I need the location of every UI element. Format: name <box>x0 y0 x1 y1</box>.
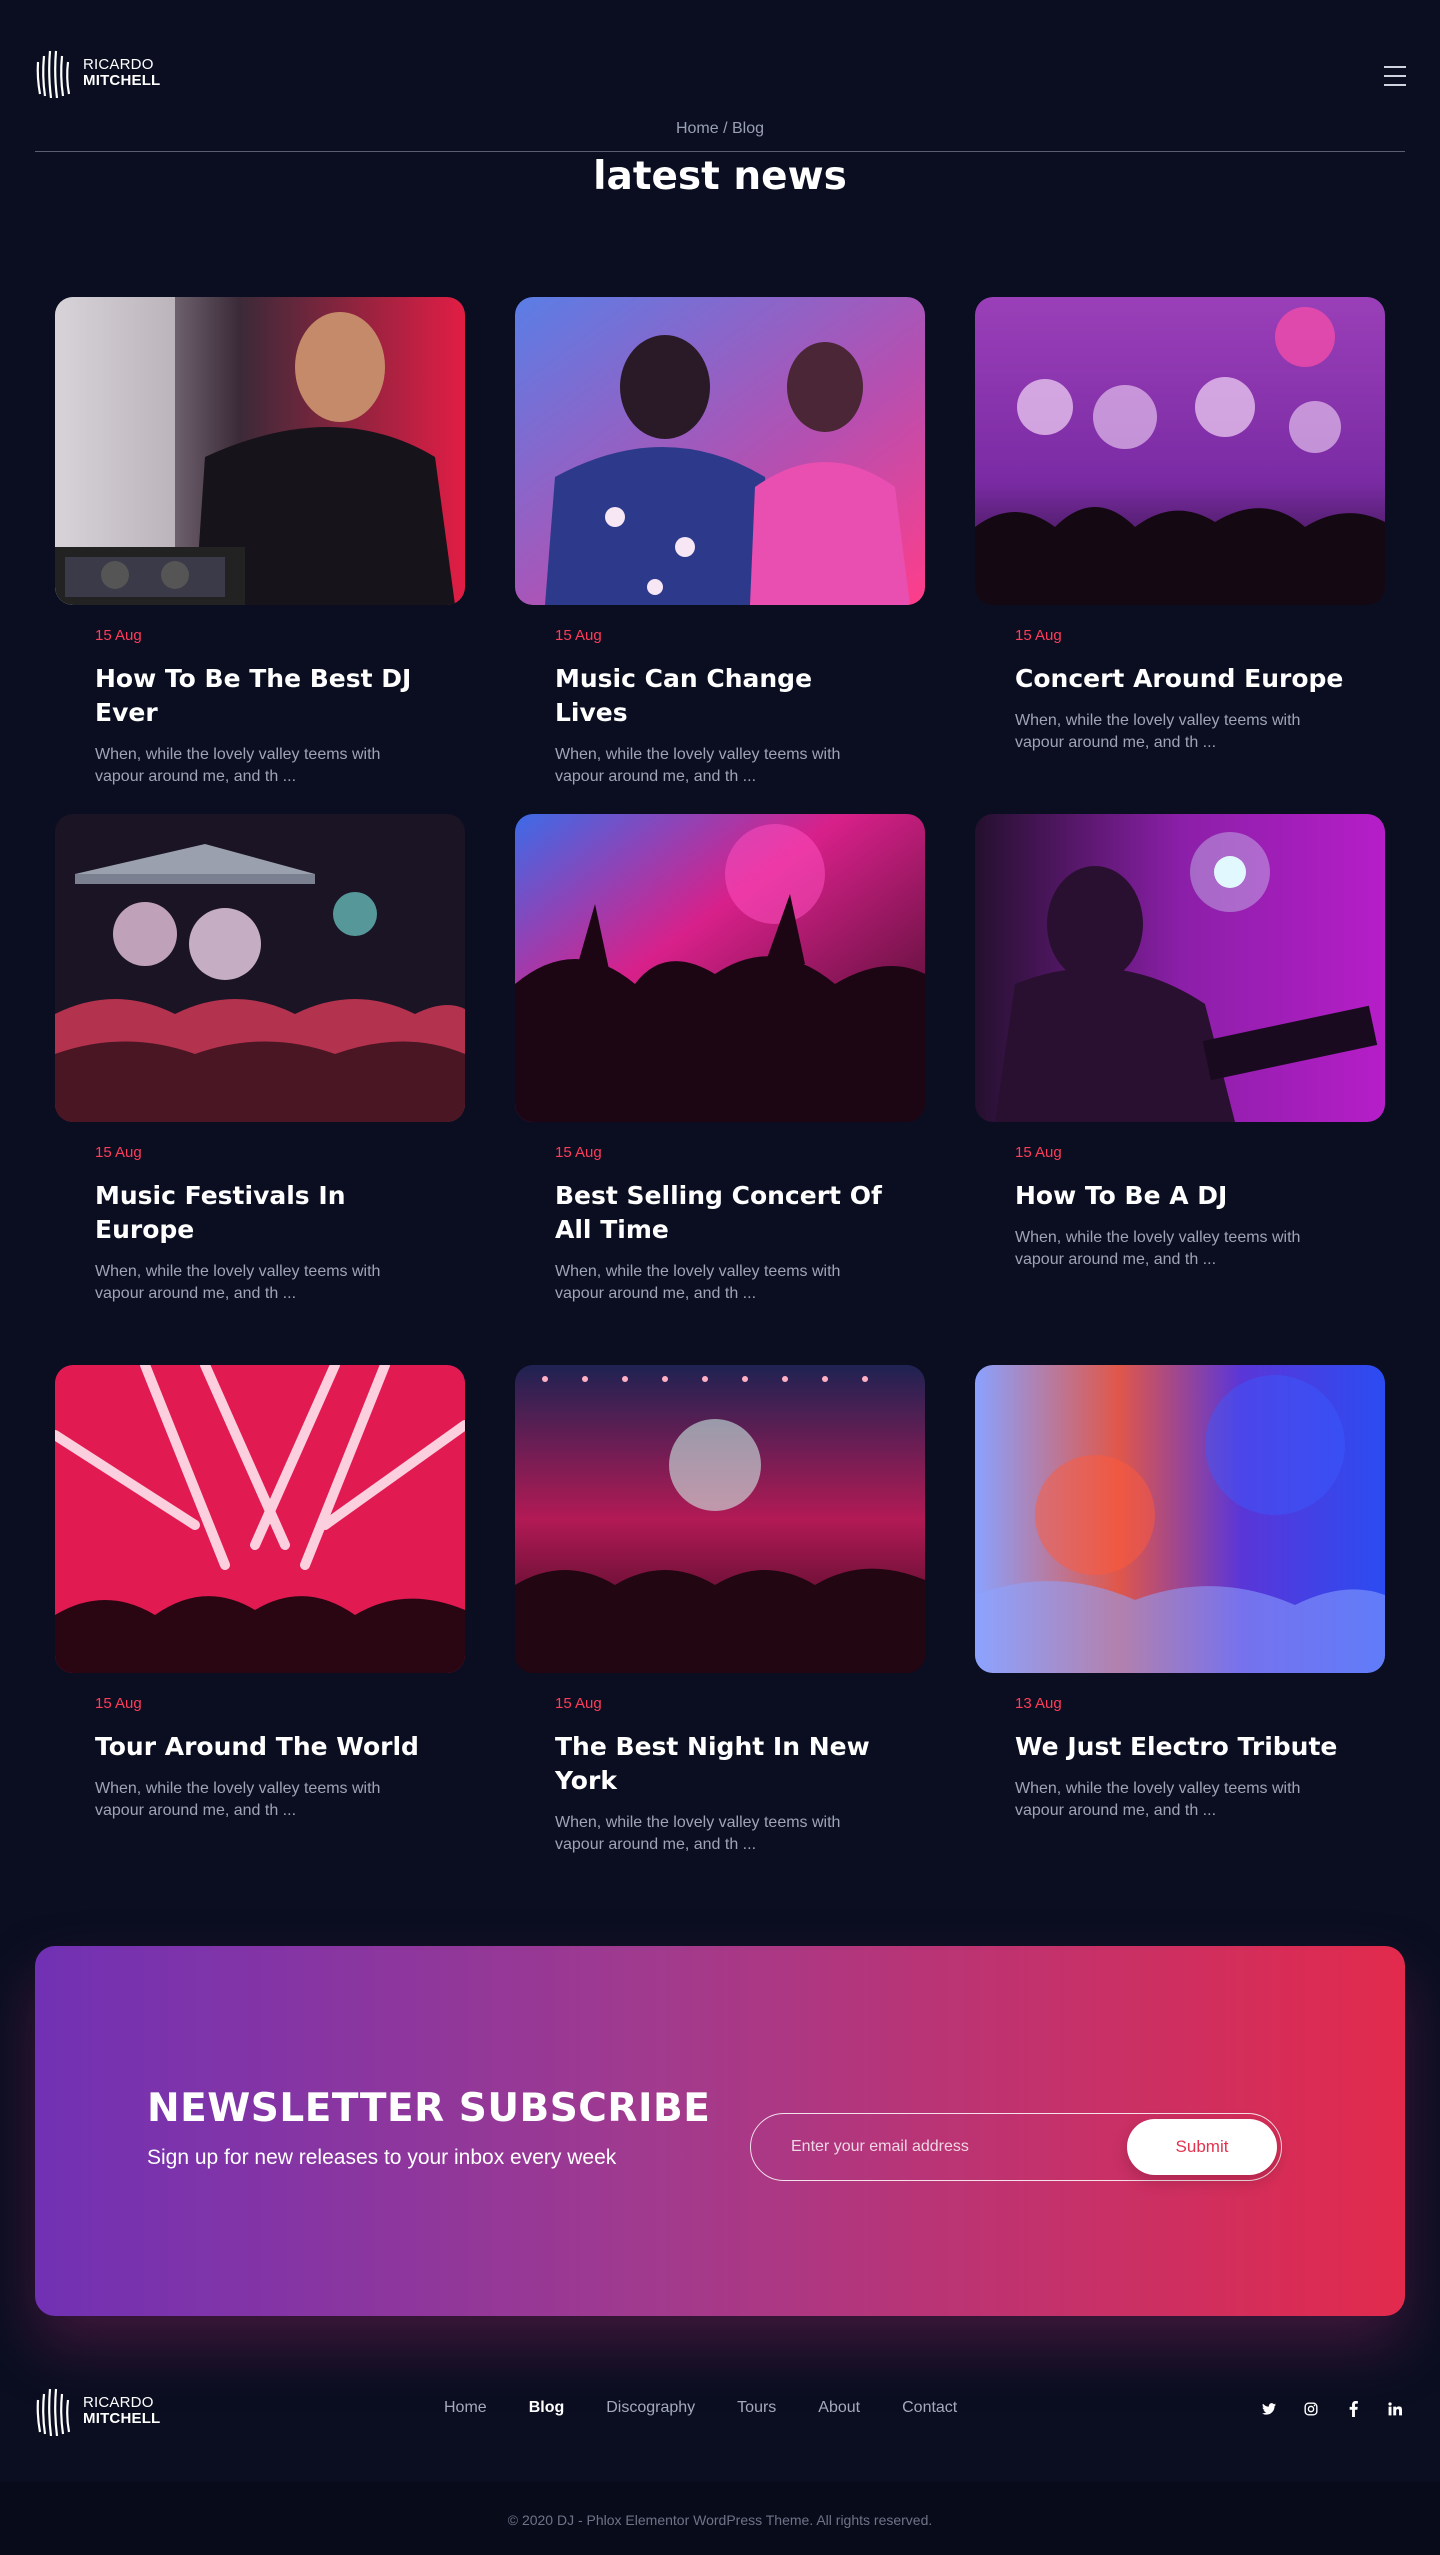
instagram-icon[interactable] <box>1300 2398 1322 2420</box>
social-links <box>1258 2398 1406 2420</box>
post-image[interactable] <box>55 1365 465 1673</box>
post-excerpt: When, while the lovely valley teems with… <box>555 1263 841 1302</box>
twitter-icon[interactable] <box>1258 2398 1280 2420</box>
post-title-link[interactable]: Music Festivals In Europe <box>95 1179 425 1247</box>
newsletter-form: Submit <box>750 2113 1282 2181</box>
post-excerpt: When, while the lovely valley teems with… <box>555 1814 841 1853</box>
post-title-link[interactable]: How To Be The Best DJ Ever <box>95 662 425 730</box>
post-image[interactable] <box>975 297 1385 605</box>
submit-button[interactable]: Submit <box>1127 2119 1277 2175</box>
header-divider <box>35 151 1405 152</box>
footer-nav-about[interactable]: About <box>818 2399 860 2417</box>
post-card: 15 Aug Music Festivals In Europe When, w… <box>55 814 465 1305</box>
post-date: 15 Aug <box>1015 1144 1062 1161</box>
footer-nav-contact[interactable]: Contact <box>902 2399 957 2417</box>
logo-mark-icon <box>36 50 71 98</box>
post-date: 13 Aug <box>1015 1695 1062 1712</box>
footer-nav-discography[interactable]: Discography <box>606 2399 695 2417</box>
post-date: 15 Aug <box>555 1144 602 1161</box>
facebook-icon[interactable] <box>1342 2398 1364 2420</box>
post-card: 15 Aug How To Be The Best DJ Ever When, … <box>55 297 465 788</box>
post-excerpt: When, while the lovely valley teems with… <box>1015 1780 1301 1819</box>
post-card: 15 Aug Best Selling Concert Of All Time … <box>515 814 925 1305</box>
linkedin-icon[interactable] <box>1384 2398 1406 2420</box>
newsletter-subtitle: Sign up for new releases to your inbox e… <box>147 2146 617 2169</box>
post-image[interactable] <box>975 1365 1385 1673</box>
footer-nav-home[interactable]: Home <box>444 2399 487 2417</box>
breadcrumb-home-link[interactable]: Home <box>676 120 719 137</box>
footer-nav: Home Blog Discography Tours About Contac… <box>444 2399 999 2417</box>
post-image[interactable] <box>975 814 1385 1122</box>
post-date: 15 Aug <box>95 627 142 644</box>
post-card: 15 Aug Concert Around Europe When, while… <box>975 297 1385 754</box>
site-footer: RICARDO MITCHELL Home Blog Discography T… <box>0 2356 1440 2481</box>
post-card: 15 Aug Tour Around The World When, while… <box>55 1365 465 1822</box>
post-image[interactable] <box>55 297 465 605</box>
post-excerpt: When, while the lovely valley teems with… <box>95 746 381 785</box>
breadcrumb-current: Blog <box>732 120 765 137</box>
post-date: 15 Aug <box>95 1695 142 1712</box>
post-excerpt: When, while the lovely valley teems with… <box>1015 712 1301 751</box>
copyright-text: © 2020 DJ - Phlox Elementor WordPress Th… <box>507 2512 933 2528</box>
post-date: 15 Aug <box>555 627 602 644</box>
hamburger-menu-icon[interactable] <box>1384 66 1406 90</box>
post-excerpt: When, while the lovely valley teems with… <box>1015 1229 1301 1268</box>
post-title-link[interactable]: We Just Electro Tribute <box>1015 1730 1345 1764</box>
post-date: 15 Aug <box>95 1144 142 1161</box>
page-title: latest news <box>593 154 847 199</box>
post-title-link[interactable]: Best Selling Concert Of All Time <box>555 1179 885 1247</box>
newsletter-title: NEWSLETTER SUBSCRIBE <box>147 2086 711 2131</box>
newsletter-section: NEWSLETTER SUBSCRIBE Sign up for new rel… <box>35 1946 1405 2316</box>
logo-mark-icon <box>36 2388 71 2436</box>
post-excerpt: When, while the lovely valley teems with… <box>555 746 841 785</box>
post-date: 15 Aug <box>555 1695 602 1712</box>
footer-logo[interactable]: RICARDO MITCHELL <box>35 2386 160 2436</box>
footer-nav-blog[interactable]: Blog <box>529 2399 565 2417</box>
breadcrumb: Home / Blog <box>0 120 1440 138</box>
post-excerpt: When, while the lovely valley teems with… <box>95 1263 381 1302</box>
post-title-link[interactable]: The Best Night In New York <box>555 1730 885 1798</box>
logo-first-name: RICARDO <box>83 55 154 73</box>
post-title-link[interactable]: Music Can Change Lives <box>555 662 885 730</box>
logo-last-name: MITCHELL <box>83 2410 161 2427</box>
post-card: 15 Aug The Best Night In New York When, … <box>515 1365 925 1856</box>
post-image[interactable] <box>515 814 925 1122</box>
post-card: 15 Aug Music Can Change Lives When, whil… <box>515 297 925 788</box>
post-image[interactable] <box>55 814 465 1122</box>
post-card: 13 Aug We Just Electro Tribute When, whi… <box>975 1365 1385 1822</box>
post-image[interactable] <box>515 297 925 605</box>
post-title-link[interactable]: How To Be A DJ <box>1015 1179 1345 1213</box>
post-image[interactable] <box>515 1365 925 1673</box>
footer-nav-tours[interactable]: Tours <box>737 2399 776 2417</box>
post-title-link[interactable]: Tour Around The World <box>95 1730 425 1764</box>
site-logo[interactable]: RICARDO MITCHELL <box>35 48 160 98</box>
logo-first-name: RICARDO <box>83 2393 154 2411</box>
post-date: 15 Aug <box>1015 627 1062 644</box>
logo-last-name: MITCHELL <box>83 72 161 89</box>
email-input[interactable] <box>791 2134 1111 2160</box>
post-card: 15 Aug How To Be A DJ When, while the lo… <box>975 814 1385 1271</box>
breadcrumb-separator: / <box>723 120 728 137</box>
copyright-bar: © 2020 DJ - Phlox Elementor WordPress Th… <box>0 2482 1440 2555</box>
post-title-link[interactable]: Concert Around Europe <box>1015 662 1345 696</box>
site-header: RICARDO MITCHELL Home / Blog latest news <box>0 0 1440 199</box>
post-excerpt: When, while the lovely valley teems with… <box>95 1780 381 1819</box>
